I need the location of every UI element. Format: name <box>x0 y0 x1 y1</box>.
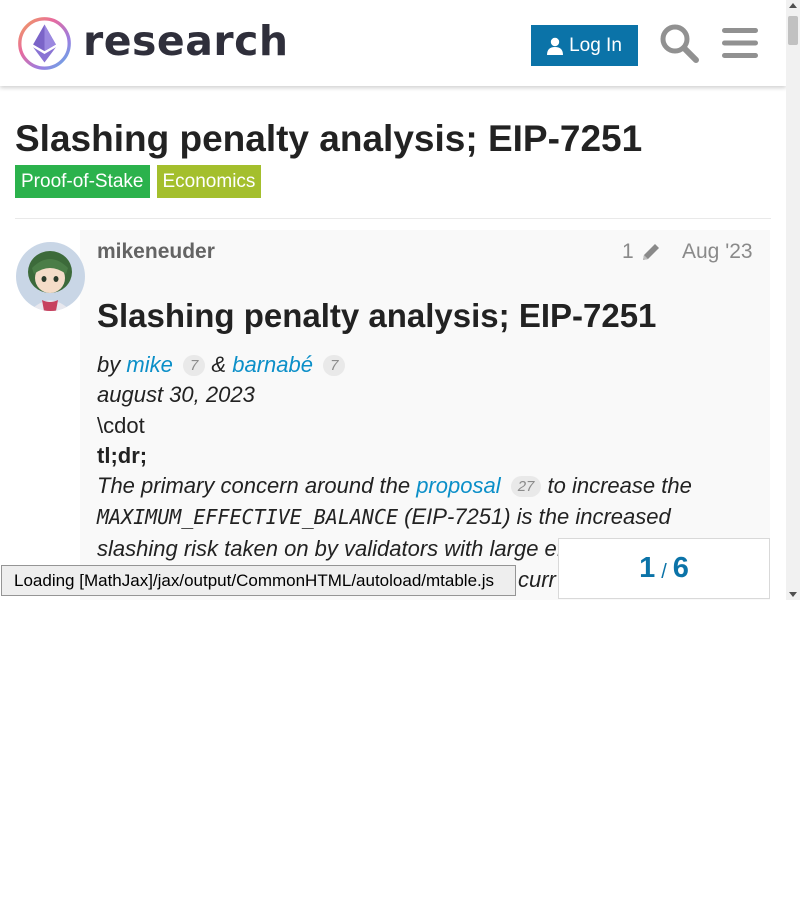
date-line: august 30, 2023 <box>97 382 255 407</box>
avatar[interactable] <box>16 242 85 311</box>
paragraph-text: to increase the <box>547 473 692 498</box>
topic-tags: Proof-of-Stake Economics <box>15 165 262 198</box>
login-label: Log In <box>569 34 622 56</box>
progress-total: 6 <box>672 552 689 584</box>
user-avatar-image <box>16 242 85 311</box>
site-logo[interactable]: research <box>16 14 289 72</box>
page-scrollbar[interactable] <box>786 0 800 600</box>
progress-current: 1 <box>639 552 656 584</box>
post-heading: Slashing penalty analysis; EIP-7251 <box>97 297 657 334</box>
paragraph-line-2: MAXIMUM_EFFECTIVE_BALANCE (EIP-7251) is … <box>97 504 671 530</box>
post-username[interactable]: mikeneuder <box>97 240 215 264</box>
topic-divider <box>15 218 771 219</box>
click-count-badge: 7 <box>182 355 206 376</box>
hamburger-menu-button[interactable] <box>718 21 762 65</box>
paragraph-line-3: slashing risk taken on by validators wit… <box>97 536 563 561</box>
proposal-link[interactable]: proposal <box>416 473 500 498</box>
user-icon <box>547 37 564 55</box>
tldr-line: tl;dr; <box>97 443 148 468</box>
authors-line: by mike 7 & barnabé 7 <box>97 352 346 378</box>
scroll-down-arrow-icon[interactable] <box>789 592 797 597</box>
page-viewport: research Log In Slashing penalty analysi… <box>0 0 786 600</box>
ampersand: & <box>211 352 227 377</box>
progress-separator: / <box>661 561 667 583</box>
paragraph-text: The primary concern around the <box>97 473 411 498</box>
pencil-icon <box>642 244 659 260</box>
hamburger-menu-icon <box>722 28 758 58</box>
paragraph-line-1: The primary concern around the proposal … <box>97 473 692 499</box>
author-link-mike[interactable]: mike <box>126 352 172 377</box>
by-label: by <box>97 352 121 377</box>
code-max-effective-balance: MAXIMUM_EFFECTIVE_BALANCE <box>97 505 399 529</box>
topic-progress-indicator[interactable]: 1 / 6 <box>558 538 770 599</box>
tag-economics[interactable]: Economics <box>156 165 262 198</box>
site-name: research <box>83 17 289 65</box>
topic-title: Slashing penalty analysis; EIP-7251 <box>15 118 643 159</box>
edit-history-button[interactable]: 1 <box>622 240 662 264</box>
search-button[interactable] <box>657 21 701 65</box>
edit-count: 1 <box>622 240 634 263</box>
author-link-barnabe[interactable]: barnabé <box>232 352 313 377</box>
search-icon <box>660 24 699 63</box>
paragraph-text: (EIP-7251) is the increased <box>404 504 671 529</box>
login-button[interactable]: Log In <box>531 25 638 66</box>
click-count-badge: 27 <box>510 476 542 497</box>
site-header: research Log In <box>0 0 786 86</box>
scrollbar-thumb[interactable] <box>788 16 798 45</box>
tag-proof-of-stake[interactable]: Proof-of-Stake <box>15 165 150 198</box>
ethereum-logo-icon <box>18 16 71 70</box>
post-date[interactable]: Aug '23 <box>682 240 753 264</box>
scroll-up-arrow-icon[interactable] <box>789 3 797 8</box>
mathjax-loading-message: Loading [MathJax]/jax/output/CommonHTML/… <box>1 565 516 596</box>
cdot-line: \cdot <box>97 413 145 438</box>
click-count-badge: 7 <box>323 355 346 376</box>
paragraph-line-4-fragment: curr <box>518 567 556 592</box>
